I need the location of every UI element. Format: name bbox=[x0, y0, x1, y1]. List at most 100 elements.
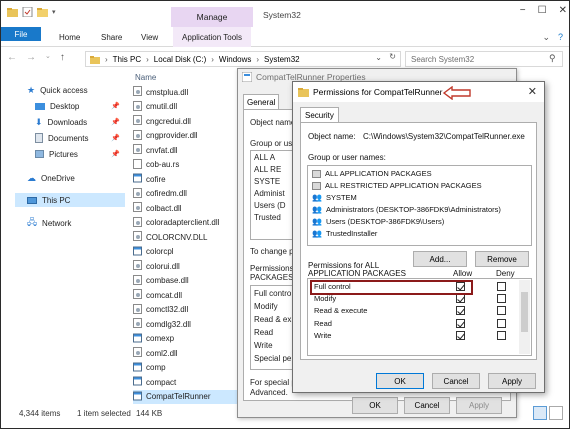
new-folder-icon[interactable] bbox=[37, 7, 48, 17]
refresh-icon[interactable]: ↻ bbox=[389, 52, 396, 61]
breadcrumb-windows[interactable]: Windows bbox=[219, 55, 251, 64]
allow-checkbox[interactable] bbox=[456, 318, 465, 328]
address-bar[interactable]: › This PC › Local Disk (C:) › Windows › … bbox=[85, 51, 401, 67]
pictures-icon bbox=[35, 150, 44, 158]
nav-item-network[interactable]: 🖧 Network bbox=[27, 216, 71, 230]
cancel-button[interactable]: Cancel bbox=[404, 397, 450, 414]
file-row[interactable]: cnvfat.dll bbox=[133, 143, 239, 157]
group-item[interactable]: Users (D bbox=[254, 201, 286, 210]
deny-checkbox[interactable] bbox=[497, 330, 506, 340]
add-button[interactable]: Add... bbox=[413, 251, 467, 267]
group-item[interactable]: Trusted bbox=[254, 213, 281, 222]
group-item[interactable]: ALL A bbox=[254, 153, 275, 162]
remove-button[interactable]: Remove bbox=[475, 251, 529, 267]
file-row[interactable]: coml2.dll bbox=[133, 346, 239, 360]
expand-ribbon-icon[interactable]: ⌄ bbox=[542, 32, 550, 43]
file-row[interactable]: compact bbox=[133, 375, 239, 389]
allow-checkbox[interactable] bbox=[456, 294, 465, 304]
address-dropdown-icon[interactable]: ⌄ bbox=[375, 53, 382, 62]
maximize-button[interactable]: ☐ bbox=[538, 5, 547, 16]
scrollbar-thumb[interactable] bbox=[521, 292, 528, 332]
properties-icon[interactable] bbox=[22, 7, 33, 17]
file-row[interactable]: cngcredui.dll bbox=[133, 114, 239, 128]
nav-item-documents[interactable]: Documents 📌 bbox=[35, 131, 120, 145]
breadcrumb-system32[interactable]: System32 bbox=[264, 55, 300, 64]
nav-item-quick-access[interactable]: ★ Quick access bbox=[27, 83, 88, 97]
tab-file[interactable]: File bbox=[1, 27, 41, 41]
file-row[interactable]: CompatTelRunner bbox=[133, 389, 239, 404]
file-row[interactable]: cofiredm.dll bbox=[133, 187, 239, 201]
details-view-icon[interactable] bbox=[533, 406, 547, 420]
nav-item-this-pc[interactable]: This PC bbox=[15, 193, 125, 207]
up-icon[interactable]: ↑ bbox=[60, 52, 65, 63]
forward-icon[interactable]: → bbox=[26, 52, 36, 63]
help-icon[interactable]: ? bbox=[558, 32, 563, 43]
group-item-trustedinstaller[interactable]: 👥 TrustedInstaller bbox=[312, 228, 377, 239]
deny-checkbox[interactable] bbox=[497, 282, 506, 291]
group-label: Administrators (DESKTOP-386FDK9\Administ… bbox=[325, 205, 501, 214]
manage-tab[interactable]: Manage bbox=[171, 7, 253, 27]
group-item-all-app-packages[interactable]: ALL APPLICATION PACKAGES bbox=[312, 168, 432, 179]
group-item-system[interactable]: 👥 SYSTEM bbox=[312, 192, 357, 203]
qat-dropdown-icon[interactable]: ▾ bbox=[52, 8, 56, 16]
back-icon[interactable]: ← bbox=[7, 52, 17, 63]
pin-icon: 📌 bbox=[111, 135, 120, 142]
file-row[interactable]: COLORCNV.DLL bbox=[133, 230, 239, 244]
file-row[interactable]: comctl32.dll bbox=[133, 303, 239, 317]
apply-button[interactable]: Apply bbox=[456, 397, 502, 414]
allow-checkbox[interactable] bbox=[456, 330, 465, 340]
nav-item-label: Quick access bbox=[40, 85, 88, 95]
file-row[interactable]: comdlg32.dll bbox=[133, 317, 239, 331]
file-row[interactable]: coloradapterclient.dll bbox=[133, 216, 239, 230]
column-header-name[interactable]: Name bbox=[135, 73, 156, 82]
recent-dropdown-icon[interactable]: ⌄ bbox=[45, 52, 51, 63]
group-item-all-restricted[interactable]: ALL RESTRICTED APPLICATION PACKAGES bbox=[312, 180, 482, 191]
nav-item-downloads[interactable]: ⬇ Downloads 📌 bbox=[35, 115, 120, 129]
object-name-label: Object name bbox=[250, 118, 296, 127]
tab-security[interactable]: Security bbox=[300, 107, 339, 122]
nav-item-desktop[interactable]: Desktop 📌 bbox=[35, 99, 120, 113]
permissions-scrollbar[interactable] bbox=[519, 280, 530, 354]
group-item[interactable]: Administ bbox=[254, 189, 285, 198]
file-row[interactable]: comcat.dll bbox=[133, 288, 239, 302]
file-row[interactable]: cob-au.rs bbox=[133, 158, 239, 172]
close-icon[interactable]: ✕ bbox=[528, 85, 537, 98]
file-row[interactable]: comexp bbox=[133, 332, 239, 346]
search-icon[interactable]: ⚲ bbox=[549, 53, 556, 64]
tab-home[interactable]: Home bbox=[59, 27, 80, 47]
cancel-button[interactable]: Cancel bbox=[432, 373, 480, 389]
group-item-administrators[interactable]: 👥 Administrators (DESKTOP-386FDK9\Admini… bbox=[312, 204, 501, 215]
ok-button[interactable]: OK bbox=[352, 397, 398, 414]
file-row[interactable]: colorui.dll bbox=[133, 259, 239, 273]
group-item[interactable]: ALL RE bbox=[254, 165, 281, 174]
group-item[interactable]: SYSTE bbox=[254, 177, 280, 186]
group-item-users[interactable]: 👥 Users (DESKTOP-386FDK9\Users) bbox=[312, 216, 444, 227]
nav-item-pictures[interactable]: Pictures 📌 bbox=[35, 147, 120, 161]
nav-item-onedrive[interactable]: ☁ OneDrive bbox=[27, 171, 75, 185]
ok-button[interactable]: OK bbox=[376, 373, 424, 389]
deny-checkbox[interactable] bbox=[497, 318, 506, 328]
file-row[interactable]: comp bbox=[133, 361, 239, 375]
file-row[interactable]: colorcpl bbox=[133, 245, 239, 259]
apply-button[interactable]: Apply bbox=[488, 373, 536, 389]
large-icons-view-icon[interactable] bbox=[549, 406, 563, 420]
breadcrumb-local-disk[interactable]: Local Disk (C:) bbox=[154, 55, 206, 64]
deny-checkbox[interactable] bbox=[497, 306, 506, 316]
minimize-button[interactable]: − bbox=[520, 5, 526, 16]
file-row[interactable]: cngprovider.dll bbox=[133, 129, 239, 143]
close-button[interactable]: ✕ bbox=[559, 5, 567, 16]
file-row[interactable]: combase.dll bbox=[133, 274, 239, 288]
file-row[interactable]: cofire bbox=[133, 172, 239, 186]
breadcrumb-this-pc[interactable]: This PC bbox=[113, 55, 141, 64]
folder-icon bbox=[7, 8, 18, 17]
tab-general[interactable]: General bbox=[243, 94, 280, 109]
file-row[interactable]: colbact.dll bbox=[133, 201, 239, 215]
tab-share[interactable]: Share bbox=[101, 27, 122, 47]
tab-application-tools[interactable]: Application Tools bbox=[173, 27, 251, 47]
search-input[interactable]: Search System32 bbox=[405, 51, 563, 67]
deny-checkbox[interactable] bbox=[497, 294, 506, 304]
file-row[interactable]: cmstplua.dll bbox=[133, 85, 239, 99]
file-row[interactable]: cmutil.dll bbox=[133, 100, 239, 114]
tab-view[interactable]: View bbox=[141, 27, 158, 47]
allow-checkbox[interactable] bbox=[456, 306, 465, 316]
